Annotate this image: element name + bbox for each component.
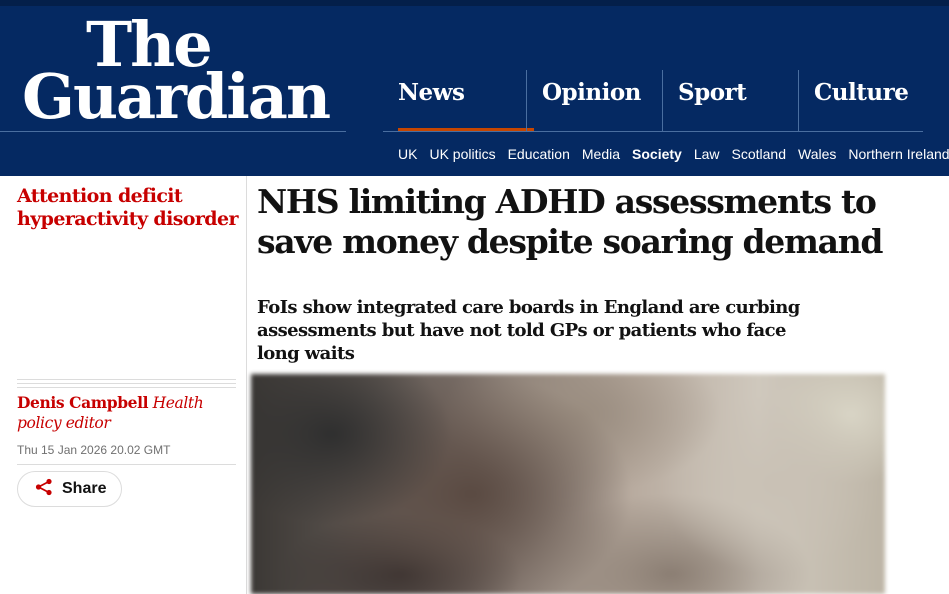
pillar-opinion[interactable]: Opinion	[526, 70, 663, 132]
pillar-culture[interactable]: Culture	[798, 70, 949, 132]
pillar-label: News	[398, 79, 465, 106]
pillar-sport[interactable]: Sport	[662, 70, 799, 132]
subnav-item-wales[interactable]: Wales	[798, 146, 836, 166]
hero-image	[251, 374, 885, 594]
column-divider	[246, 176, 247, 594]
pillar-divider	[383, 131, 923, 132]
pillar-label: Culture	[814, 79, 909, 106]
pillar-label: Opinion	[542, 79, 641, 106]
subnav-item-scotland[interactable]: Scotland	[732, 146, 786, 166]
subnav-item-uk[interactable]: UK	[398, 146, 417, 166]
subnav-item-law[interactable]: Law	[694, 146, 720, 166]
share-label: Share	[62, 480, 107, 497]
sub-nav: UK UK politics Education Media Society L…	[398, 146, 949, 166]
pillar-news[interactable]: News	[383, 70, 534, 132]
share-icon	[34, 477, 54, 502]
dateline: Thu 15 Jan 2026 20.02 GMT	[17, 443, 171, 457]
byline: Denis Campbell Health policy editor	[17, 393, 237, 433]
subnav-item-northern-ireland[interactable]: Northern Ireland	[848, 146, 949, 166]
subnav-item-media[interactable]: Media	[582, 146, 620, 166]
pillar-nav: News Opinion Sport Culture	[383, 70, 949, 132]
meta-divider-lines	[17, 379, 236, 391]
pillar-label: Sport	[678, 79, 747, 106]
top-strip	[0, 0, 949, 6]
logo-line-2: Guardian	[22, 60, 331, 133]
author-name[interactable]: Denis Campbell	[17, 393, 148, 412]
section-label[interactable]: Attention deficit hyperactivity disorder	[17, 185, 242, 231]
meta-divider	[17, 464, 236, 465]
article-standfirst: FoIs show integrated care boards in Engl…	[257, 297, 800, 364]
subnav-item-uk-politics[interactable]: UK politics	[429, 146, 495, 166]
article-headline: NHS limiting ADHD assessments to save mo…	[257, 182, 883, 261]
share-button[interactable]: Share	[17, 471, 122, 507]
subnav-item-education[interactable]: Education	[508, 146, 570, 166]
logo-divider	[0, 131, 346, 132]
subnav-item-society[interactable]: Society	[632, 146, 682, 166]
masthead: The Guardian News Opinion Sport Culture …	[0, 0, 949, 176]
